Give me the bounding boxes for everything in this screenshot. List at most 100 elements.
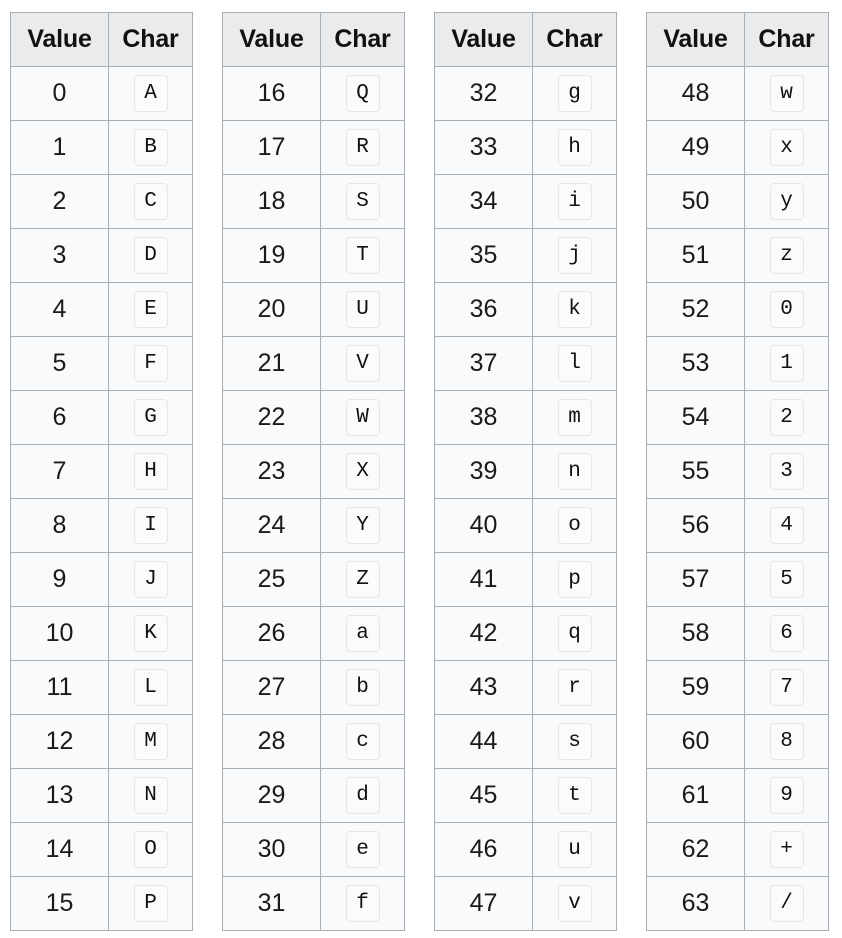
value-cell: 51 xyxy=(646,228,745,283)
value-cell: 24 xyxy=(222,498,321,553)
table-row: 33 h xyxy=(434,120,617,175)
char-cell: k xyxy=(532,282,617,337)
table-row: 10 K xyxy=(10,606,193,661)
char-cell: U xyxy=(320,282,405,337)
char-code-box: H xyxy=(133,453,168,490)
table-row: 62 + xyxy=(646,822,829,877)
value-cell: 13 xyxy=(10,768,109,823)
value-cell: 9 xyxy=(10,552,109,607)
char-code-box: m xyxy=(557,399,592,436)
value-cell: 58 xyxy=(646,606,745,661)
table-row: 18 S xyxy=(222,174,405,229)
value-cell: 60 xyxy=(646,714,745,769)
char-code-box: D xyxy=(133,237,168,274)
char-cell: C xyxy=(108,174,193,229)
char-code-box: d xyxy=(345,777,380,814)
value-cell: 6 xyxy=(10,390,109,445)
value-cell: 39 xyxy=(434,444,533,499)
char-code-box: r xyxy=(557,669,592,706)
table-header-row: Value Char xyxy=(10,12,193,67)
column-header-char: Char xyxy=(744,12,829,67)
char-code-box: s xyxy=(557,723,592,760)
char-code-box: A xyxy=(133,75,168,112)
table-row: 59 7 xyxy=(646,660,829,715)
char-code-box: i xyxy=(557,183,592,220)
table-row: 42 q xyxy=(434,606,617,661)
table-row: 37 l xyxy=(434,336,617,391)
char-code-box: v xyxy=(557,885,592,922)
char-code-box: V xyxy=(345,345,380,382)
char-cell: y xyxy=(744,174,829,229)
char-cell: 3 xyxy=(744,444,829,499)
value-cell: 44 xyxy=(434,714,533,769)
table-header-row: Value Char xyxy=(222,12,405,67)
char-code-box: Y xyxy=(345,507,380,544)
table-1: Value Char 0 A 1 B 2 C 3 D 4 E 5 F 6 G 7 H 8 I 9 J 10 K 11 L 12 M 13… xyxy=(10,12,193,931)
value-cell: 33 xyxy=(434,120,533,175)
char-cell: b xyxy=(320,660,405,715)
table-row: 39 n xyxy=(434,444,617,499)
char-cell: a xyxy=(320,606,405,661)
char-code-box: Q xyxy=(345,75,380,112)
value-cell: 25 xyxy=(222,552,321,607)
char-code-box: E xyxy=(133,291,168,328)
table-row: 4E xyxy=(10,282,193,337)
char-cell: h xyxy=(532,120,617,175)
value-cell: 1 xyxy=(10,120,109,175)
char-code-box: t xyxy=(557,777,592,814)
value-cell: 53 xyxy=(646,336,745,391)
table-row: 12 M xyxy=(10,714,193,769)
char-code-box: x xyxy=(769,129,804,166)
value-cell: 21 xyxy=(222,336,321,391)
table-row: 49 x xyxy=(646,120,829,175)
char-cell: 8 xyxy=(744,714,829,769)
char-code-box: I xyxy=(133,507,168,544)
value-cell: 28 xyxy=(222,714,321,769)
char-cell: N xyxy=(108,768,193,823)
value-cell: 59 xyxy=(646,660,745,715)
char-code-box: n xyxy=(557,453,592,490)
table-row: 34 i xyxy=(434,174,617,229)
char-code-box: l xyxy=(557,345,592,382)
char-cell: g xyxy=(532,66,617,121)
char-cell: F xyxy=(108,336,193,391)
char-cell: z xyxy=(744,228,829,283)
value-cell: 49 xyxy=(646,120,745,175)
table-row: 7H xyxy=(10,444,193,499)
char-code-box: h xyxy=(557,129,592,166)
char-code-box: c xyxy=(345,723,380,760)
char-code-box: 1 xyxy=(769,345,804,382)
char-cell: J xyxy=(108,552,193,607)
table-row: 50 y xyxy=(646,174,829,229)
char-cell: e xyxy=(320,822,405,877)
char-cell: A xyxy=(108,66,193,121)
value-cell: 4 xyxy=(10,282,109,337)
table-row: 52 0 xyxy=(646,282,829,337)
table-gap xyxy=(193,12,222,931)
value-cell: 57 xyxy=(646,552,745,607)
value-cell: 30 xyxy=(222,822,321,877)
table-row: 11 L xyxy=(10,660,193,715)
table-row: 16 Q xyxy=(222,66,405,121)
char-code-box: P xyxy=(133,885,168,922)
table-row: 30 e xyxy=(222,822,405,877)
table-row: 47 v xyxy=(434,876,617,931)
char-cell: K xyxy=(108,606,193,661)
char-code-box: 3 xyxy=(769,453,804,490)
char-cell: 6 xyxy=(744,606,829,661)
table-row: 5F xyxy=(10,336,193,391)
char-cell: P xyxy=(108,876,193,931)
char-code-box: 8 xyxy=(769,723,804,760)
table-row: 25 Z xyxy=(222,552,405,607)
char-cell: c xyxy=(320,714,405,769)
table-row: 15 P xyxy=(10,876,193,931)
table-row: 22 W xyxy=(222,390,405,445)
table-row: 63 / xyxy=(646,876,829,931)
value-cell: 41 xyxy=(434,552,533,607)
column-header-char: Char xyxy=(108,12,193,67)
char-code-box: O xyxy=(133,831,168,868)
char-code-box: o xyxy=(557,507,592,544)
char-cell: W xyxy=(320,390,405,445)
value-cell: 54 xyxy=(646,390,745,445)
table-row: 23 X xyxy=(222,444,405,499)
